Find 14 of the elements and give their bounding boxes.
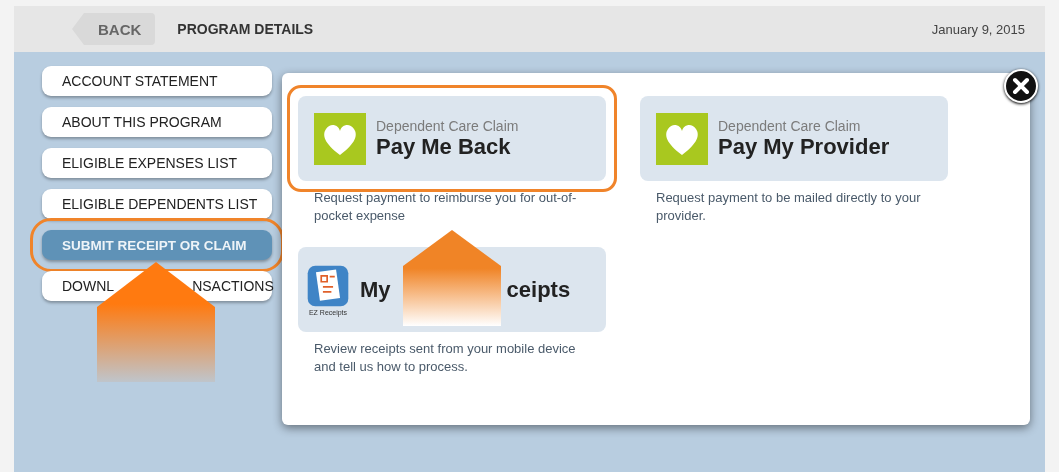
card-description: Request payment to reimburse you for out-of-pocket expense: [313, 189, 578, 225]
option-card[interactable]: Dependent Care Claim Pay Me Back: [298, 96, 606, 181]
option-card[interactable]: Dependent Care Claim Pay My Provider: [640, 96, 948, 181]
page-title: PROGRAM DETAILS: [177, 21, 314, 37]
sidebar-item[interactable]: ABOUT THIS PROGRAM: [42, 107, 272, 137]
receipt-app-icon: [306, 263, 350, 308]
card-description: Review receipts sent from your mobile device and tell us how to process.: [313, 340, 577, 376]
sidebar-item[interactable]: ELIGIBLE DEPENDENTS LIST: [42, 189, 272, 219]
sidebar-item[interactable]: ACCOUNT STATEMENT: [42, 66, 272, 96]
date-label: January 9, 2015: [931, 21, 1025, 37]
sidebar-item[interactable]: ELIGIBLE EXPENSES LIST: [42, 148, 272, 178]
close-icon[interactable]: [1004, 69, 1038, 103]
card-description: Request payment to be mailed directly to your provider.: [655, 189, 922, 225]
back-button[interactable]: BACK: [72, 13, 156, 45]
